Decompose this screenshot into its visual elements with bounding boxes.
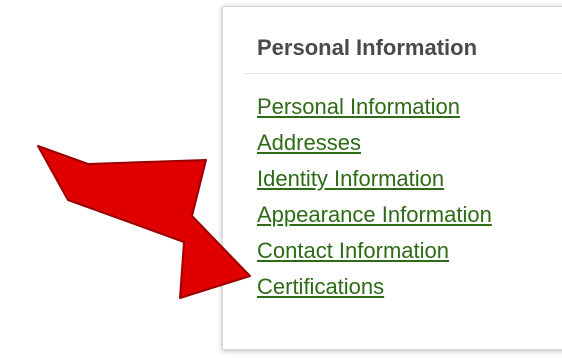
red-arrow-icon [37,145,251,299]
